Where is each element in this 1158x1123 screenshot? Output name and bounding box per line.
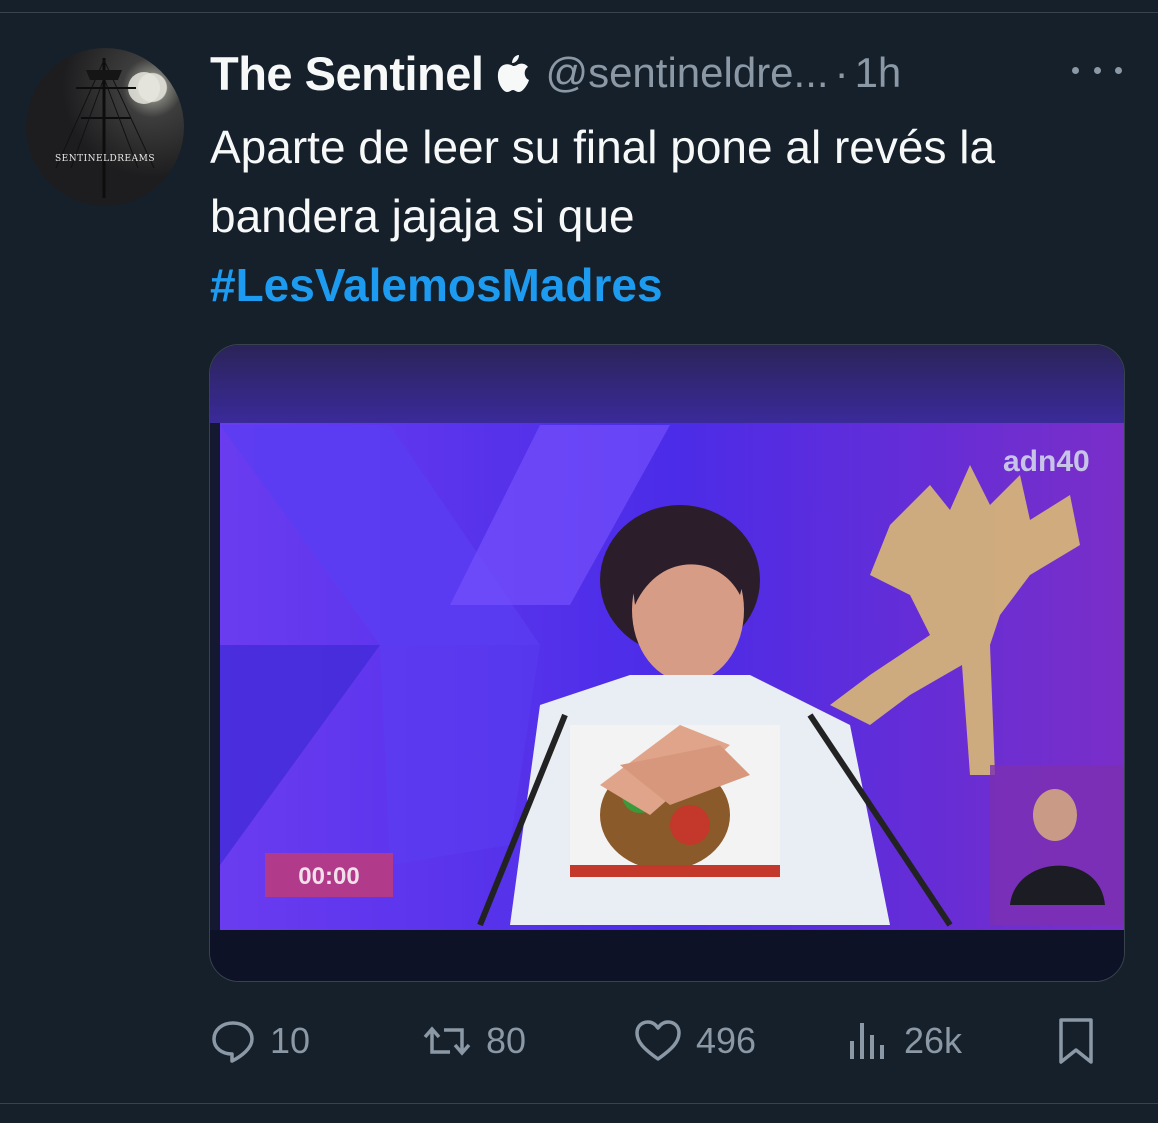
display-name[interactable]: The Sentinel bbox=[210, 46, 484, 101]
views-button[interactable]: 26k bbox=[846, 1013, 962, 1069]
top-divider bbox=[0, 0, 1158, 13]
tweet-actions: 10 80 496 26k bbox=[210, 1013, 1100, 1069]
repost-icon bbox=[423, 1026, 471, 1056]
repost-button[interactable]: 80 bbox=[422, 1013, 526, 1069]
repost-count: 80 bbox=[486, 1020, 527, 1061]
avatar-caption: SENTINELDREAMS bbox=[54, 154, 156, 164]
bottom-divider bbox=[0, 1103, 1158, 1104]
separator-dot: · bbox=[834, 49, 849, 96]
more-options-button[interactable] bbox=[1072, 55, 1122, 85]
more-dot-icon bbox=[1093, 66, 1101, 74]
handle[interactable]: @sentineldre... bbox=[545, 49, 828, 97]
apple-icon bbox=[495, 53, 531, 93]
more-dot-icon bbox=[1115, 66, 1122, 74]
bookmark-button[interactable] bbox=[1056, 1013, 1096, 1069]
adn40-logo: adn40 bbox=[1003, 445, 1090, 478]
tweet-text-line-1: Aparte de leer su final pone al revés la bbox=[210, 121, 996, 173]
tweet[interactable]: SENTINELDREAMS The Sentinel @sentineldre… bbox=[0, 13, 1158, 1103]
like-button[interactable]: 496 bbox=[634, 1013, 756, 1069]
media-tv-frame: adn40 00:00 bbox=[210, 345, 1124, 981]
tweet-media-image[interactable]: adn40 00:00 bbox=[209, 344, 1125, 982]
more-dot-icon bbox=[1072, 66, 1079, 74]
timestamp[interactable]: 1h bbox=[855, 49, 902, 97]
tweet-text-line-2: bandera jajaja si que bbox=[210, 190, 635, 242]
avatar-ship-image bbox=[55, 58, 160, 198]
analytics-icon bbox=[850, 1023, 884, 1059]
like-count: 496 bbox=[696, 1020, 757, 1061]
tweet-text: Aparte de leer su final pone al revés la… bbox=[210, 113, 1140, 320]
tweet-header: The Sentinel @sentineldre... · 1h bbox=[210, 43, 901, 103]
reply-button[interactable]: 10 bbox=[210, 1013, 310, 1069]
reply-count: 10 bbox=[270, 1020, 311, 1061]
reply-icon bbox=[212, 1021, 254, 1063]
view-count: 26k bbox=[904, 1020, 963, 1061]
broadcast-timer: 00:00 bbox=[298, 863, 359, 890]
avatar[interactable]: SENTINELDREAMS bbox=[26, 48, 184, 206]
bookmark-icon bbox=[1059, 1018, 1093, 1064]
heart-icon bbox=[635, 1020, 681, 1061]
hashtag-link[interactable]: #LesValemosMadres bbox=[210, 251, 1140, 320]
